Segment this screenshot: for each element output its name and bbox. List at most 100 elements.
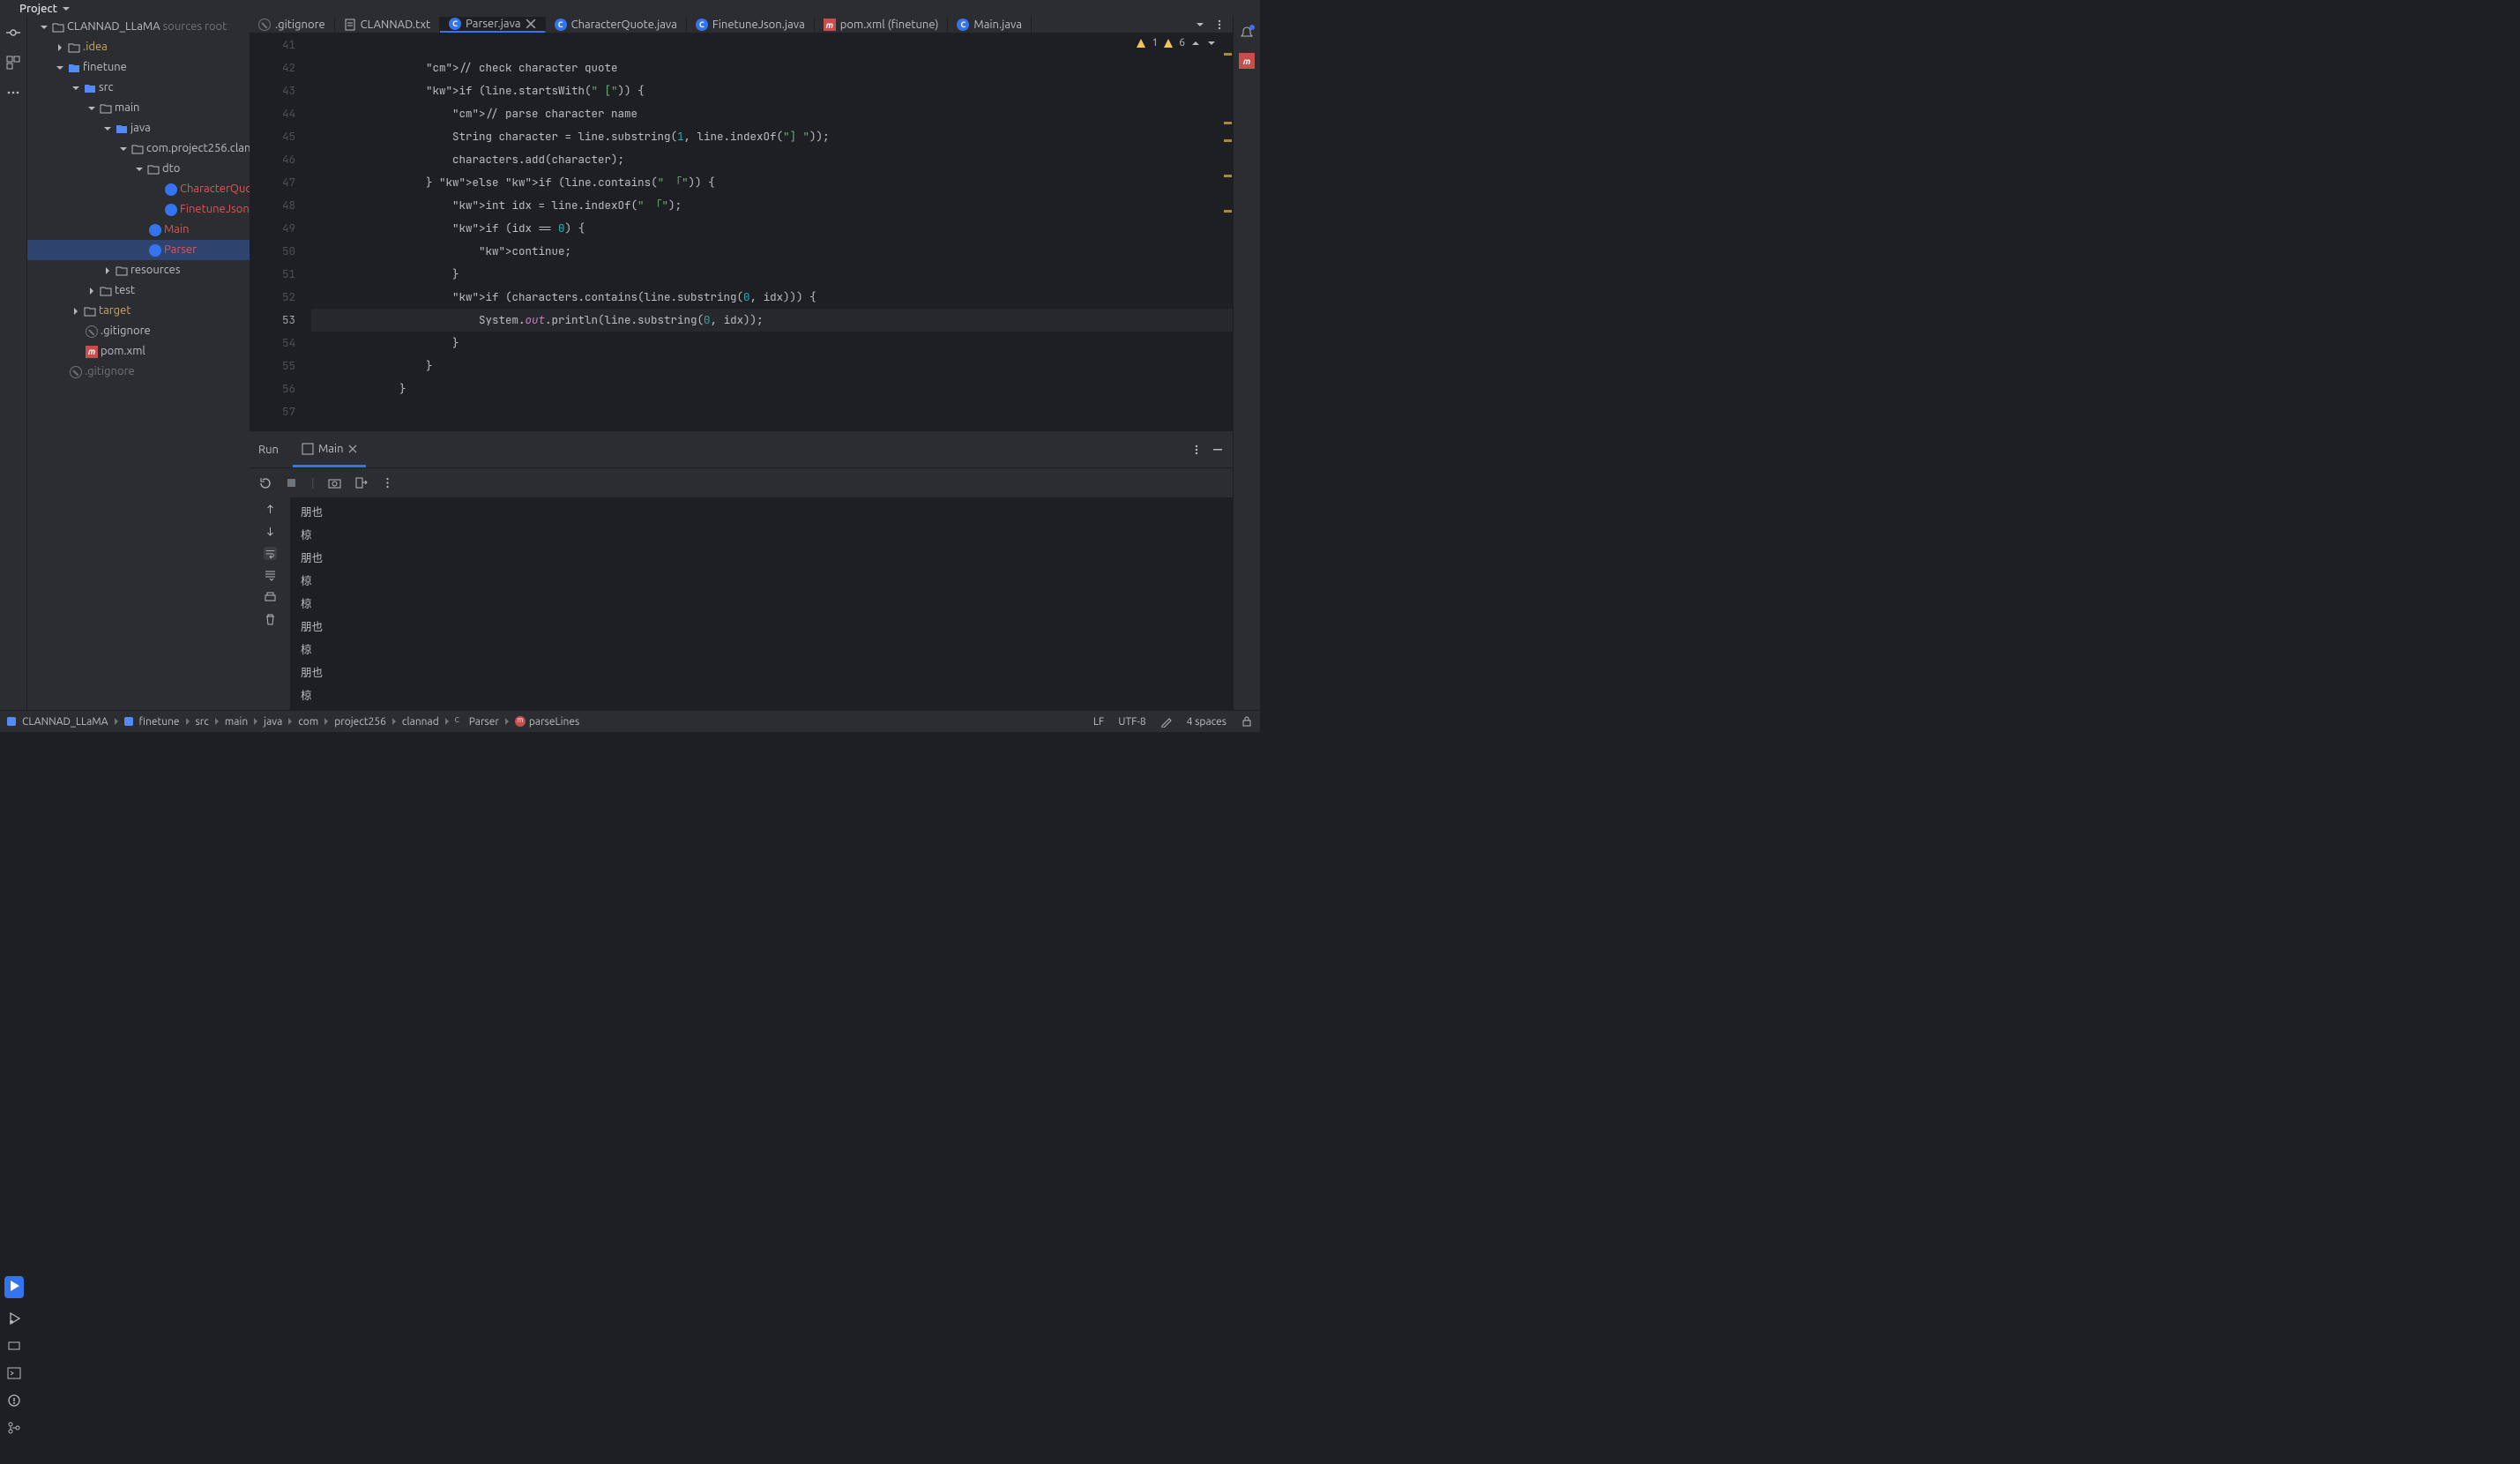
more-vert-icon[interactable] (1213, 19, 1226, 31)
tree-item[interactable]: src (27, 78, 250, 98)
chevron-up-icon[interactable] (1190, 38, 1201, 49)
file-encoding[interactable]: UTF-8 (1118, 716, 1145, 728)
editor-minimap[interactable] (1222, 34, 1233, 431)
editor-tab[interactable]: CMain.java (948, 17, 1032, 33)
breadcrumbs[interactable]: CLANNAD_LLaMA finetune src main java com proje… (7, 716, 579, 728)
tree-item[interactable]: CLANNAD_LLaMA sources root (27, 17, 250, 37)
titlebar: Project (0, 0, 1260, 17)
more-icon[interactable] (6, 86, 20, 100)
chevron-right-icon (212, 717, 221, 726)
folder-icon (84, 305, 96, 317)
chevron-down-icon[interactable] (118, 144, 129, 154)
breadcrumb-item[interactable]: project256 (334, 716, 386, 728)
chevron-right-icon (251, 717, 260, 726)
close-icon[interactable] (348, 444, 357, 453)
chevron-down-icon[interactable] (1194, 19, 1206, 31)
editor-tab[interactable]: CLANNAD.txt (335, 17, 440, 33)
stop-icon[interactable] (285, 476, 298, 489)
up-icon[interactable] (264, 503, 277, 516)
chevron-right-icon (183, 717, 192, 726)
tree-item[interactable]: main (27, 98, 250, 118)
camera-icon[interactable] (328, 476, 341, 489)
tree-item[interactable]: FinetuneJson (27, 199, 250, 220)
breadcrumb-item[interactable]: src (196, 716, 209, 728)
editor-code[interactable]: "cm">// check character quote "kw">if (l… (311, 34, 1233, 431)
chevron-right-icon[interactable] (86, 286, 97, 296)
scroll-end-icon[interactable] (264, 569, 277, 582)
inspections-widget[interactable]: 1 6 (1136, 37, 1217, 49)
chevron-right-icon (322, 717, 331, 726)
run-output[interactable]: 朋也 椋 朋也 椋 椋 朋也 椋 朋也 椋 椋 (290, 497, 1233, 710)
folder-icon (68, 62, 80, 74)
editor-tab[interactable]: CFinetuneJson.java (687, 17, 815, 33)
rerun-icon[interactable] (258, 476, 272, 489)
breadcrumb-item[interactable]: parseLines (529, 716, 579, 728)
chevron-right-icon (503, 717, 511, 726)
chevron-right-icon (443, 717, 451, 726)
folder-icon (100, 285, 112, 297)
breadcrumb-item[interactable]: clannad (402, 716, 439, 728)
chevron-down-icon[interactable] (71, 83, 81, 93)
run-toolbar: | (250, 467, 1233, 497)
softwrap-icon[interactable] (264, 547, 277, 560)
project-sidebar: CLANNAD_LLaMA sources root.ideafinetunes… (27, 17, 250, 710)
tree-item[interactable]: Parser (27, 240, 250, 260)
close-icon[interactable] (526, 19, 536, 29)
structure-icon[interactable] (6, 56, 20, 70)
tree-item[interactable]: .gitignore (27, 321, 250, 341)
down-icon[interactable] (264, 525, 277, 538)
breadcrumb-item[interactable]: Parser (469, 716, 499, 728)
chevron-down-icon[interactable] (55, 63, 65, 73)
tree-item[interactable]: resources (27, 260, 250, 280)
folder-icon (116, 265, 128, 277)
tree-item[interactable]: com.project256.clannad (27, 138, 250, 159)
editor-tab[interactable]: CParser.java (440, 17, 545, 33)
line-separator[interactable]: LF (1093, 716, 1104, 728)
project-dropdown[interactable]: Project (19, 3, 57, 15)
chevron-right-icon[interactable] (55, 42, 65, 53)
tree-item[interactable]: java (27, 118, 250, 138)
tree-item[interactable]: finetune (27, 57, 250, 78)
class-icon (165, 183, 177, 196)
tree-item[interactable]: CharacterQuote (27, 179, 250, 199)
chevron-right-icon[interactable] (71, 306, 81, 317)
chevron-down-icon[interactable] (1206, 38, 1217, 49)
more-vert-icon[interactable] (381, 476, 394, 489)
tree-item[interactable]: .idea (27, 37, 250, 57)
chevron-down-icon[interactable] (102, 123, 113, 134)
tree-item[interactable]: Main (27, 220, 250, 240)
project-tree[interactable]: CLANNAD_LLaMA sources root.ideafinetunes… (27, 17, 250, 710)
tree-item[interactable]: test (27, 280, 250, 301)
tree-item[interactable]: .gitignore (27, 362, 250, 382)
lock-icon[interactable] (1241, 715, 1253, 728)
folder-icon (84, 82, 96, 94)
breadcrumb-item[interactable]: com (298, 716, 318, 728)
folder-icon (68, 41, 80, 54)
tree-item[interactable]: mpom.xml (27, 341, 250, 362)
editor-tab[interactable]: mpom.xml (finetune) (815, 17, 949, 33)
tree-item[interactable]: target (27, 301, 250, 321)
editor-tab[interactable]: CCharacterQuote.java (546, 17, 687, 33)
breadcrumb-item[interactable]: main (225, 716, 248, 728)
indent-info[interactable]: 4 spaces (1187, 716, 1226, 728)
tree-item[interactable]: dto (27, 159, 250, 179)
exit-icon[interactable] (354, 476, 368, 489)
breadcrumb-item[interactable]: CLANNAD_LLaMA (22, 716, 108, 728)
ignore-icon (70, 366, 82, 378)
maven-icon[interactable]: m (1239, 53, 1255, 69)
more-vert-icon[interactable] (1190, 444, 1203, 456)
chevron-right-icon[interactable] (102, 265, 113, 276)
chevron-down-icon[interactable] (86, 103, 97, 114)
run-config-tab[interactable]: Main (293, 432, 366, 467)
breadcrumb-item[interactable]: finetune (139, 716, 180, 728)
chevron-down-icon[interactable] (134, 164, 145, 175)
commit-icon[interactable] (6, 26, 20, 40)
notifications-icon[interactable] (1240, 26, 1254, 42)
trash-icon[interactable] (264, 613, 277, 626)
chevron-down-icon[interactable] (39, 22, 49, 33)
print-icon[interactable] (264, 591, 277, 604)
breadcrumb-item[interactable]: java (264, 716, 282, 728)
edit-icon[interactable] (1160, 715, 1173, 728)
editor-tab[interactable]: .gitignore (250, 17, 335, 33)
minimize-icon[interactable] (1212, 444, 1224, 456)
